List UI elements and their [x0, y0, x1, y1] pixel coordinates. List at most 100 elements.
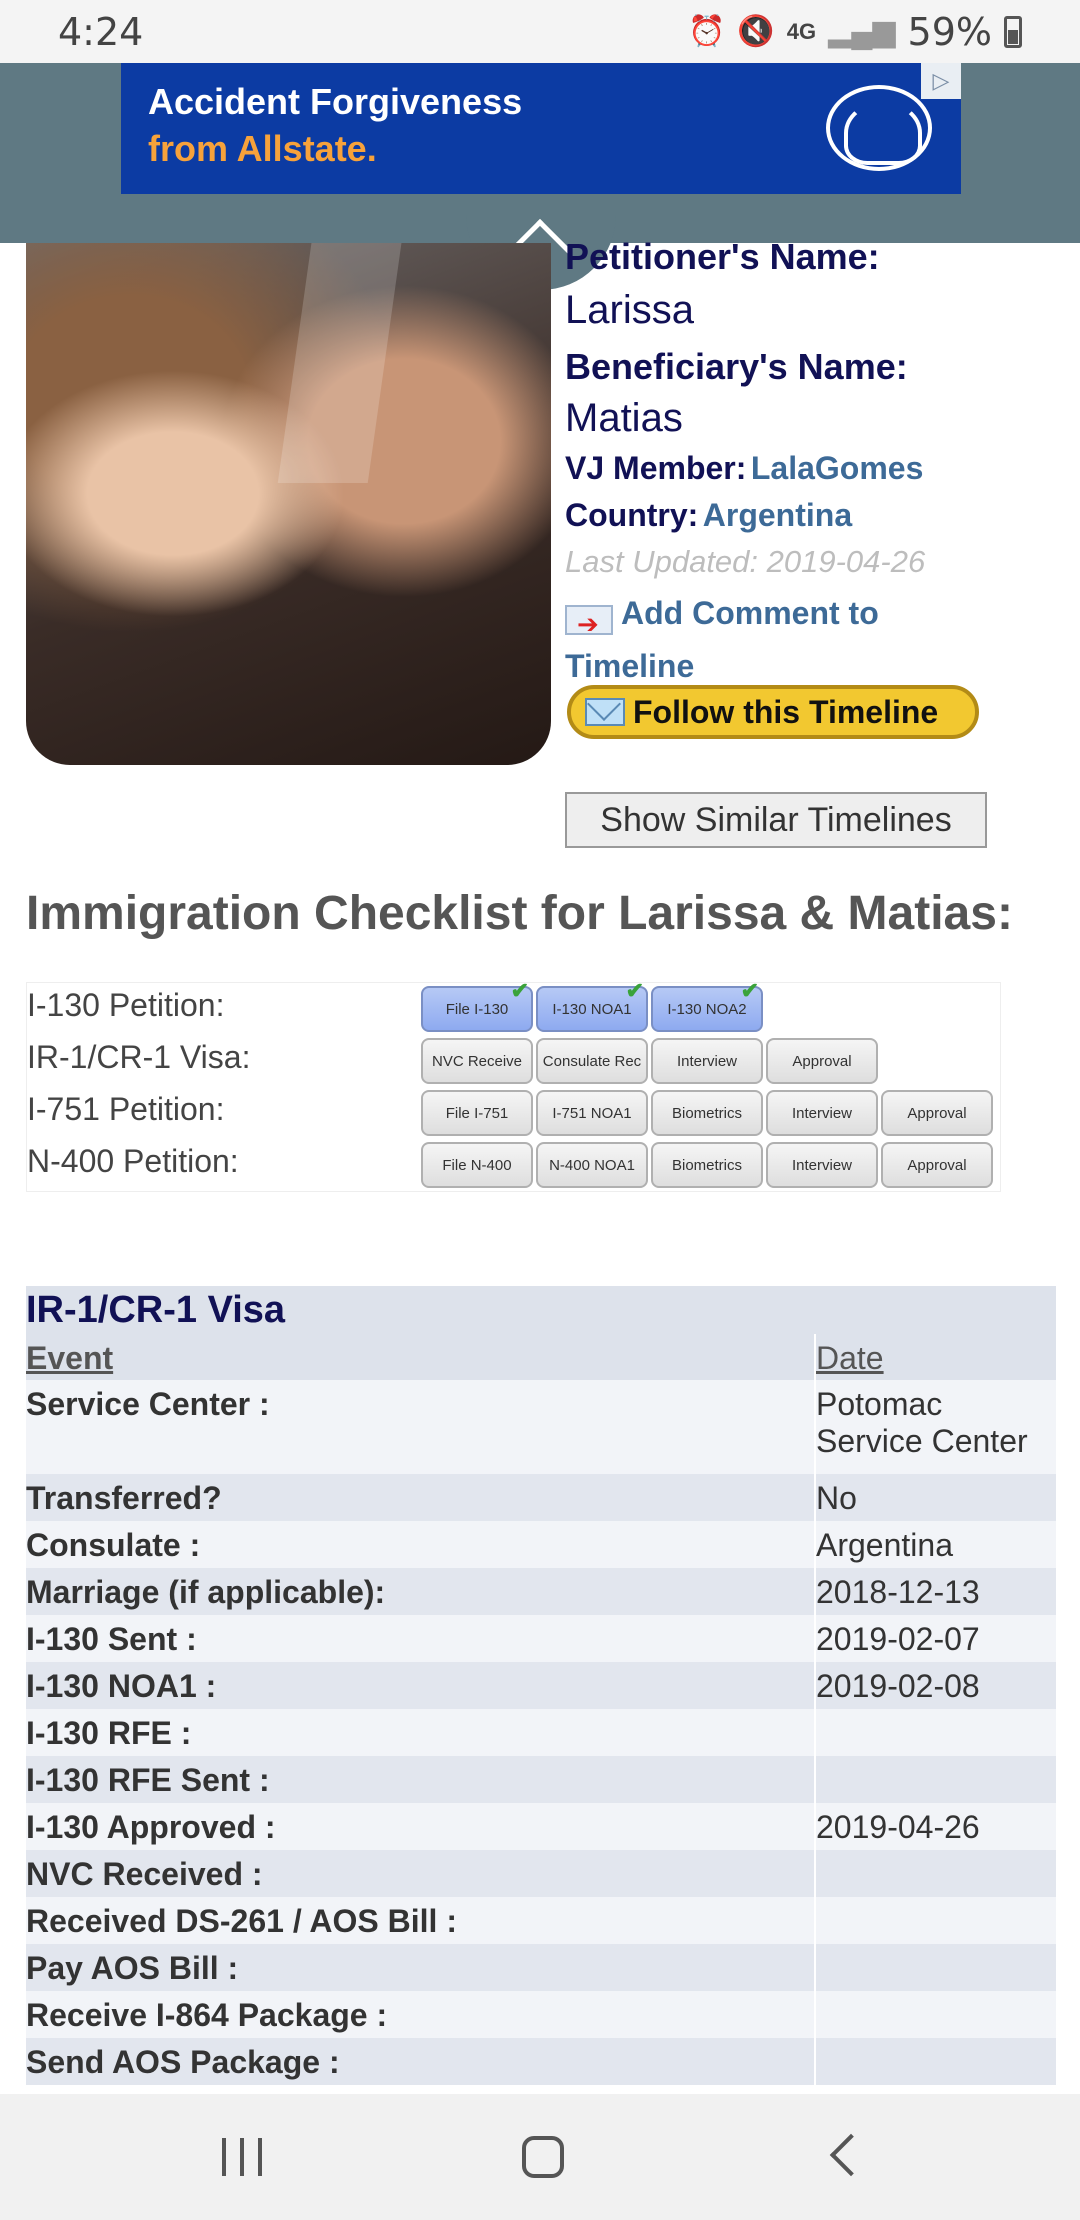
- header-event: Event: [26, 1340, 114, 1376]
- event-date: Potomac Service Center: [814, 1380, 1056, 1474]
- navigation-bar: [0, 2094, 1080, 2220]
- event-date: 2018-12-13: [814, 1568, 1056, 1615]
- member-label: VJ Member:: [565, 450, 747, 486]
- couple-photo: [26, 243, 551, 765]
- recents-icon[interactable]: [222, 2138, 262, 2176]
- table-row: I-130 Approved : 2019-04-26: [26, 1803, 1056, 1850]
- event-name: NVC Received :: [26, 1856, 263, 1892]
- checklist-step: File I-130: [421, 978, 533, 1032]
- event-name: Transferred?: [26, 1480, 222, 1516]
- battery-percent: 59%: [907, 10, 992, 54]
- last-updated: Last Updated: 2019-04-26: [565, 544, 926, 579]
- beneficiary-label: Beneficiary's Name:: [565, 346, 908, 387]
- alarm-icon: ⏰: [688, 15, 726, 48]
- checklist-row-label: IR-1/CR-1 Visa:: [27, 1039, 251, 1075]
- checklist-step: File N-400: [421, 1142, 533, 1188]
- table-row: NVC Received :: [26, 1850, 1056, 1897]
- table-row: Pay AOS Bill :: [26, 1944, 1056, 1991]
- checklist-row-label: I-751 Petition:: [27, 1091, 225, 1127]
- add-comment-icon: [565, 601, 613, 648]
- follow-timeline-label: Follow this Timeline: [633, 693, 939, 730]
- mute-icon: 🔇: [737, 15, 775, 48]
- follow-timeline-button[interactable]: Follow this Timeline: [567, 685, 979, 739]
- checklist-step: I-130 NOA1: [536, 978, 648, 1032]
- event-name: Marriage (if applicable):: [26, 1574, 386, 1610]
- allstate-logo-icon: [826, 85, 932, 171]
- checklist-step: Interview: [651, 1038, 763, 1084]
- table-row: I-130 Sent : 2019-02-07: [26, 1615, 1056, 1662]
- event-name: I-130 Sent :: [26, 1621, 197, 1657]
- checklist-row-label: N-400 Petition:: [27, 1143, 239, 1179]
- ad-banner[interactable]: Accident Forgiveness from Allstate. ▷: [121, 63, 961, 194]
- event-date: 2019-02-08: [814, 1662, 1056, 1709]
- table-row: Receive I-864 Package :: [26, 1991, 1056, 2038]
- event-date: 2019-02-07: [814, 1615, 1056, 1662]
- table-row: I-130 RFE :: [26, 1709, 1056, 1756]
- checklist-step: Approval: [881, 1142, 993, 1188]
- petitioner-label: Petitioner's Name:: [565, 236, 880, 277]
- checklist-step: Biometrics: [651, 1090, 763, 1136]
- event-name: I-130 Approved :: [26, 1809, 276, 1845]
- home-icon[interactable]: [522, 2136, 564, 2178]
- table-row: I-130 NOA1 : 2019-02-08: [26, 1662, 1056, 1709]
- checklist-step: Approval: [766, 1038, 878, 1084]
- table-header-row: Event Date: [26, 1334, 1056, 1380]
- status-icons: ⏰ 🔇 4G ▂▄▆ 59%: [688, 10, 1022, 54]
- header-date: Date: [814, 1334, 1056, 1380]
- event-name: Send AOS Package :: [26, 2044, 340, 2080]
- event-name: Received DS-261 / AOS Bill :: [26, 1903, 457, 1939]
- battery-icon: [1004, 16, 1022, 48]
- immigration-checklist: I-130 Petition: File I-130I-130 NOA1I-130…: [26, 978, 1001, 1192]
- event-date: [814, 1709, 1056, 1756]
- checklist-step: Interview: [766, 1142, 878, 1188]
- event-date: [814, 1897, 1056, 1944]
- beneficiary-name: Matias: [565, 396, 683, 440]
- event-date: [814, 1991, 1056, 2038]
- checklist-row-label: I-130 Petition:: [27, 987, 225, 1023]
- event-date: 2019-04-26: [814, 1803, 1056, 1850]
- country-label: Country:: [565, 497, 699, 533]
- checklist-step: I-751 NOA1: [536, 1090, 648, 1136]
- table-row: I-130 RFE Sent :: [26, 1756, 1056, 1803]
- status-bar: 4:24 ⏰ 🔇 4G ▂▄▆ 59%: [0, 0, 1080, 63]
- event-name: Receive I-864 Package :: [26, 1997, 388, 2033]
- event-date: [814, 2038, 1056, 2085]
- event-name: I-130 NOA1 :: [26, 1668, 217, 1704]
- status-time: 4:24: [58, 10, 144, 54]
- checklist-step: Consulate Rec: [536, 1038, 648, 1084]
- checklist-step: File I-751: [421, 1090, 533, 1136]
- checklist-step: I-130 NOA2: [651, 978, 763, 1032]
- back-icon[interactable]: [829, 2133, 873, 2177]
- table-row: Transferred? No: [26, 1474, 1056, 1521]
- ad-subheadline: from Allstate.: [148, 128, 377, 169]
- envelope-icon: [585, 698, 625, 726]
- event-name: Pay AOS Bill :: [26, 1950, 239, 1986]
- table-row: Send AOS Package :: [26, 2038, 1056, 2085]
- signal-icon: ▂▄▆: [828, 15, 896, 48]
- checklist-step: Approval: [881, 1090, 993, 1136]
- event-name: I-130 RFE :: [26, 1715, 192, 1751]
- table-row: Consulate : Argentina: [26, 1521, 1056, 1568]
- event-date: [814, 1756, 1056, 1803]
- petitioner-name: Larissa: [565, 288, 694, 332]
- ad-headline: Accident Forgiveness: [148, 81, 523, 122]
- table-row: Received DS-261 / AOS Bill :: [26, 1897, 1056, 1944]
- checklist-step: NVC Receive: [421, 1038, 533, 1084]
- event-name: Consulate :: [26, 1527, 201, 1563]
- checklist-step: Interview: [766, 1090, 878, 1136]
- checklist-step: N-400 NOA1: [536, 1142, 648, 1188]
- checklist-title: Immigration Checklist for Larissa & Mati…: [26, 887, 1013, 940]
- event-date: No: [814, 1474, 1056, 1521]
- table-row: Service Center : Potomac Service Center: [26, 1380, 1056, 1474]
- ad-choices-icon[interactable]: ▷: [921, 63, 961, 99]
- event-name: Service Center :: [26, 1386, 270, 1422]
- show-similar-timelines-button[interactable]: Show Similar Timelines: [565, 792, 987, 848]
- table-title: IR-1/CR-1 Visa: [26, 1286, 1056, 1334]
- 4g-lte-icon: 4G: [786, 19, 817, 44]
- country-link[interactable]: Argentina: [703, 497, 852, 533]
- event-name: I-130 RFE Sent :: [26, 1762, 270, 1798]
- member-link[interactable]: LalaGomes: [751, 450, 924, 486]
- table-row: Marriage (if applicable): 2018-12-13: [26, 1568, 1056, 1615]
- events-table: IR-1/CR-1 Visa Event Date Service Center…: [26, 1286, 1056, 2085]
- event-date: Argentina: [814, 1521, 1056, 1568]
